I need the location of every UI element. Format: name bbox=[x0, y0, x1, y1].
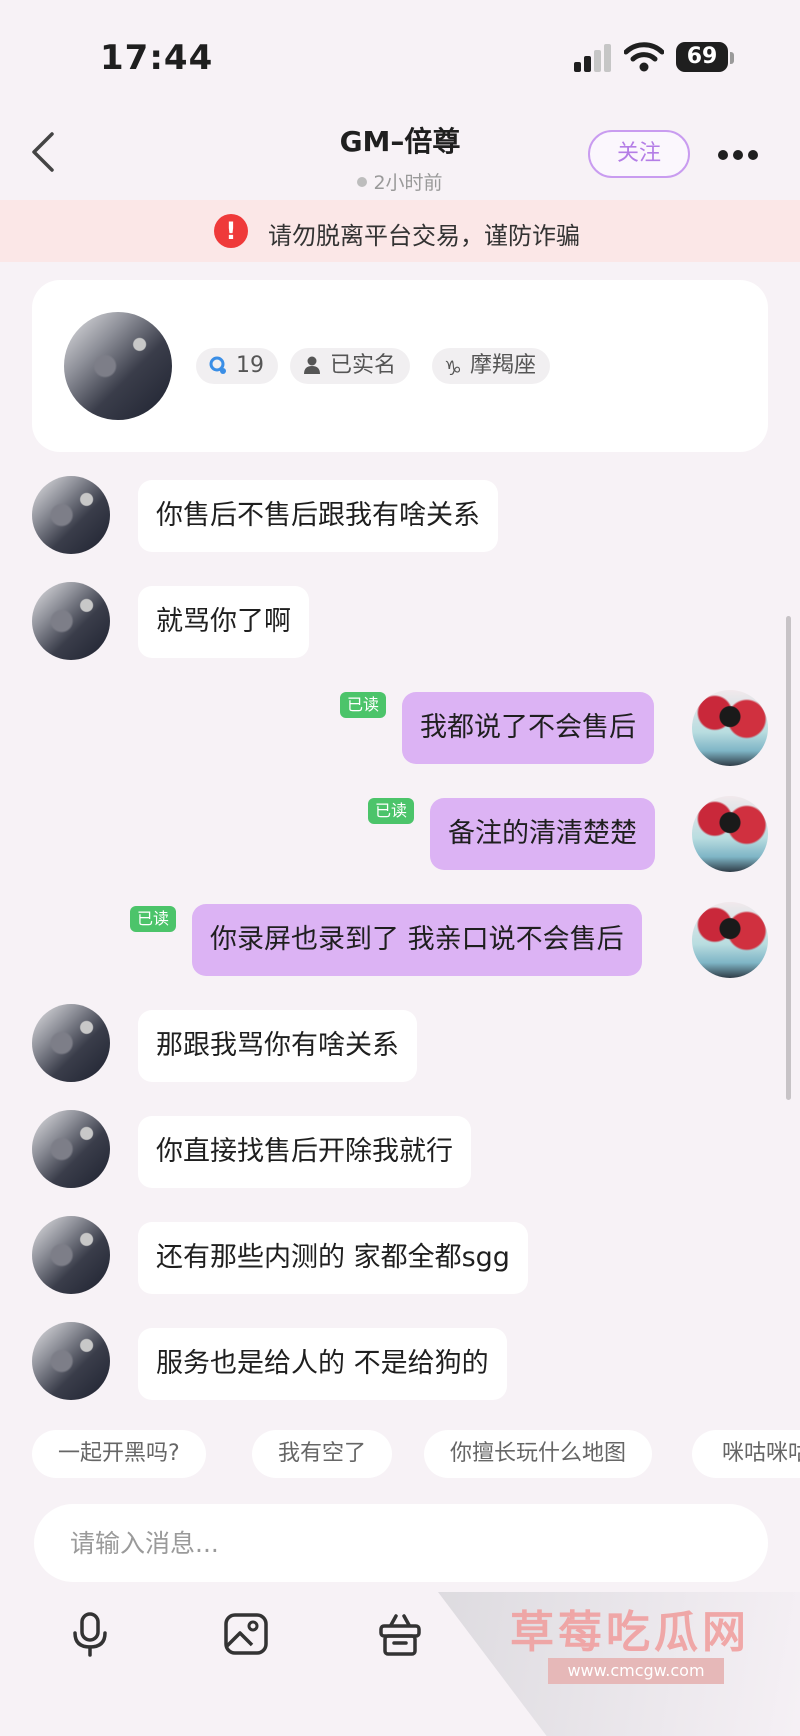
warning-text: 请勿脱离平台交易，谨防诈骗 bbox=[268, 222, 580, 250]
scrollbar[interactable] bbox=[786, 616, 791, 1100]
quick-reply-chip[interactable]: 一起开黑吗? bbox=[32, 1430, 206, 1478]
message-input[interactable] bbox=[34, 1504, 768, 1582]
alert-icon: ! bbox=[214, 214, 248, 248]
quick-reply-chip[interactable]: 咪咕咪咕 bbox=[692, 1430, 800, 1478]
message-bubble-sent: 我都说了不会售后 bbox=[402, 692, 654, 764]
zodiac-label: 摩羯座 bbox=[469, 353, 536, 378]
battery-icon: 69 bbox=[676, 42, 728, 72]
message-bubble-sent: 备注的清清楚楚 bbox=[430, 798, 655, 870]
read-receipt-badge: 已读 bbox=[340, 692, 386, 718]
last-seen-text: 2小时前 bbox=[373, 172, 443, 194]
my-avatar[interactable] bbox=[692, 690, 768, 766]
contact-avatar[interactable] bbox=[32, 582, 110, 660]
status-bar: 17:44 69 bbox=[0, 0, 800, 110]
profile-card[interactable]: 19 已实名 ♑ 摩羯座 bbox=[32, 280, 768, 452]
presence-dot bbox=[357, 177, 368, 187]
anti-fraud-warning-banner: ! 请勿脱离平台交易，谨防诈骗 bbox=[0, 200, 800, 262]
image-icon[interactable] bbox=[222, 1610, 270, 1658]
contact-avatar[interactable] bbox=[32, 1322, 110, 1400]
more-options-icon[interactable] bbox=[718, 150, 758, 160]
follow-button[interactable]: 关注 bbox=[588, 130, 690, 178]
message-bubble-received: 就骂你了啊 bbox=[138, 586, 309, 658]
gift-icon[interactable] bbox=[376, 1610, 424, 1658]
message-bubble-received: 还有那些内测的 家都全都sgg bbox=[138, 1222, 528, 1294]
my-avatar[interactable] bbox=[692, 796, 768, 872]
capricorn-icon: ♑ bbox=[444, 356, 462, 380]
message-bubble-received: 服务也是给人的 不是给狗的 bbox=[138, 1328, 507, 1400]
battery-cap bbox=[730, 52, 734, 64]
watermark-url: www.cmcgw.com bbox=[548, 1658, 724, 1684]
wifi-icon bbox=[624, 42, 664, 72]
profile-avatar[interactable] bbox=[64, 312, 172, 420]
cellular-signal-icon bbox=[574, 44, 614, 72]
contact-avatar[interactable] bbox=[32, 1110, 110, 1188]
level-icon bbox=[209, 356, 226, 374]
read-receipt-badge: 已读 bbox=[130, 906, 176, 932]
quick-reply-chip[interactable]: 我有空了 bbox=[252, 1430, 393, 1478]
contact-avatar[interactable] bbox=[32, 476, 110, 554]
message-bubble-received: 那跟我骂你有啥关系 bbox=[138, 1010, 417, 1082]
zodiac-tag: ♑ 摩羯座 bbox=[432, 348, 550, 384]
level-value: 19 bbox=[236, 353, 264, 378]
microphone-icon[interactable] bbox=[66, 1610, 114, 1658]
watermark-title: 草莓吃瓜网 bbox=[510, 1607, 750, 1658]
message-bubble-received: 你直接找售后开除我就行 bbox=[138, 1116, 471, 1188]
message-bubble-sent: 你录屏也录到了 我亲口说不会售后 bbox=[192, 904, 642, 976]
message-bubble-received: 你售后不售后跟我有啥关系 bbox=[138, 480, 498, 552]
person-icon bbox=[304, 356, 320, 374]
verified-label: 已实名 bbox=[330, 353, 397, 378]
read-receipt-badge: 已读 bbox=[368, 798, 414, 824]
contact-avatar[interactable] bbox=[32, 1004, 110, 1082]
level-tag: 19 bbox=[196, 348, 278, 384]
verified-tag: 已实名 bbox=[290, 348, 411, 384]
quick-reply-chip[interactable]: 你擅长玩什么地图 bbox=[424, 1430, 653, 1478]
status-time: 17:44 bbox=[100, 38, 214, 78]
my-avatar[interactable] bbox=[692, 902, 768, 978]
contact-avatar[interactable] bbox=[32, 1216, 110, 1294]
